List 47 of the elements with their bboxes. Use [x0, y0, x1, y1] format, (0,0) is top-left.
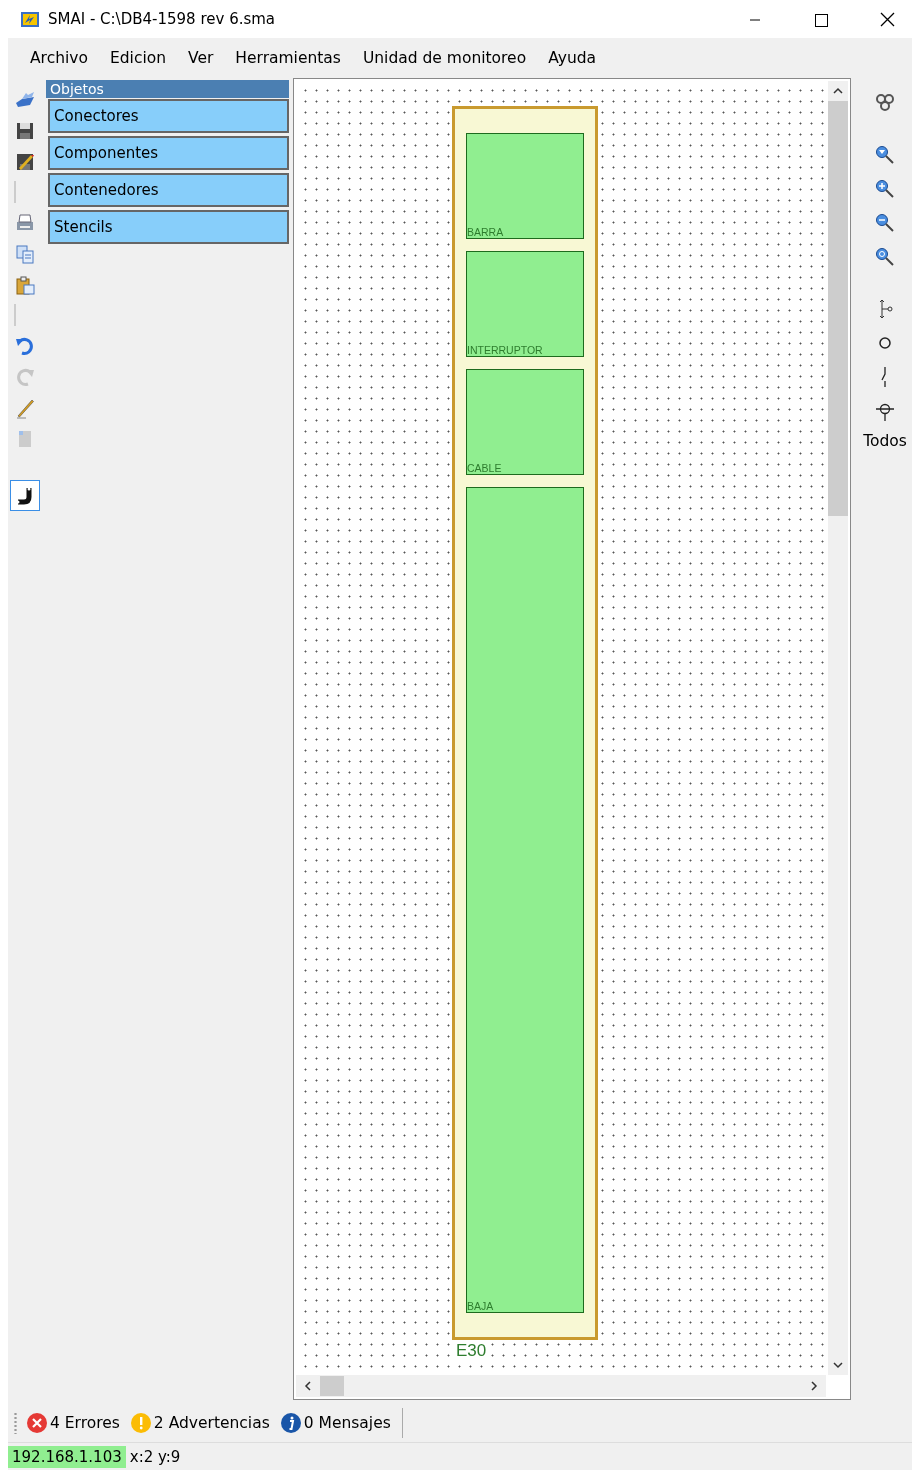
panel-section[interactable]: Contenedores [48, 173, 289, 207]
paste-icon [14, 273, 36, 296]
cursor-coordinates: x:2 y:9 [129, 1447, 181, 1466]
scroll-right-icon[interactable] [810, 1381, 818, 1391]
info-icon [280, 1413, 301, 1433]
component-node[interactable]: INTERRUPTOR [466, 251, 584, 357]
magnifier-icon[interactable] [874, 246, 896, 268]
copy-icon [14, 242, 36, 265]
zoom-out-icon[interactable] [874, 212, 896, 234]
vertical-scrollbar[interactable] [828, 81, 848, 1375]
panel-section[interactable]: Componentes [48, 136, 289, 170]
component-node[interactable]: CABLE [466, 369, 584, 475]
zoom-in-icon[interactable] [874, 178, 896, 200]
menu-item[interactable]: Herramientas [227, 49, 355, 67]
component-node[interactable]: BARRA [466, 133, 584, 239]
message-count[interactable]: 2 Advertencias [153, 1414, 270, 1432]
message-count[interactable]: 0 Mensajes [303, 1414, 391, 1432]
component-label: BARRA [467, 226, 504, 238]
panel-section[interactable]: Stencils [48, 210, 289, 244]
app-icon [20, 9, 40, 29]
warning-icon [130, 1413, 151, 1433]
menu-item[interactable]: Edicion [101, 49, 181, 67]
message-count[interactable]: 4 Errores [50, 1414, 120, 1432]
component-node[interactable]: BAJA [466, 487, 584, 1313]
scrollbar-thumb[interactable] [320, 1376, 344, 1396]
panel-section[interactable]: Conectores [48, 99, 289, 133]
scroll-up-icon[interactable] [833, 87, 843, 95]
group-icon[interactable] [874, 92, 896, 114]
pipe-button[interactable] [10, 480, 40, 511]
error-icon [27, 1413, 47, 1433]
menu-item[interactable]: Archivo [22, 49, 102, 67]
panel-header: Objetos [46, 80, 289, 98]
scroll-left-icon[interactable] [304, 1381, 312, 1391]
component-label: CABLE [467, 462, 502, 474]
magnifier-icon[interactable] [874, 144, 896, 166]
menu-item[interactable]: Unidad de monitoreo [354, 49, 541, 67]
filter-label[interactable]: Todos [863, 432, 907, 450]
component-label: BAJA [467, 1300, 494, 1312]
component-label: INTERRUPTOR [467, 344, 543, 356]
container-node[interactable]: BARRA INTERRUPTOR CABLE BAJA [452, 106, 598, 1340]
menu-item[interactable]: Ver [180, 49, 228, 67]
scrollbar-thumb[interactable] [828, 101, 848, 516]
connection-address: 192.168.1.103 [8, 1445, 126, 1468]
horizontal-scrollbar[interactable] [296, 1375, 826, 1397]
scroll-down-icon[interactable] [833, 1361, 843, 1369]
menu-item[interactable]: Ayuda [540, 49, 611, 67]
window-title: SMAI - C:\DB4-1598 rev 6.sma [48, 10, 277, 28]
